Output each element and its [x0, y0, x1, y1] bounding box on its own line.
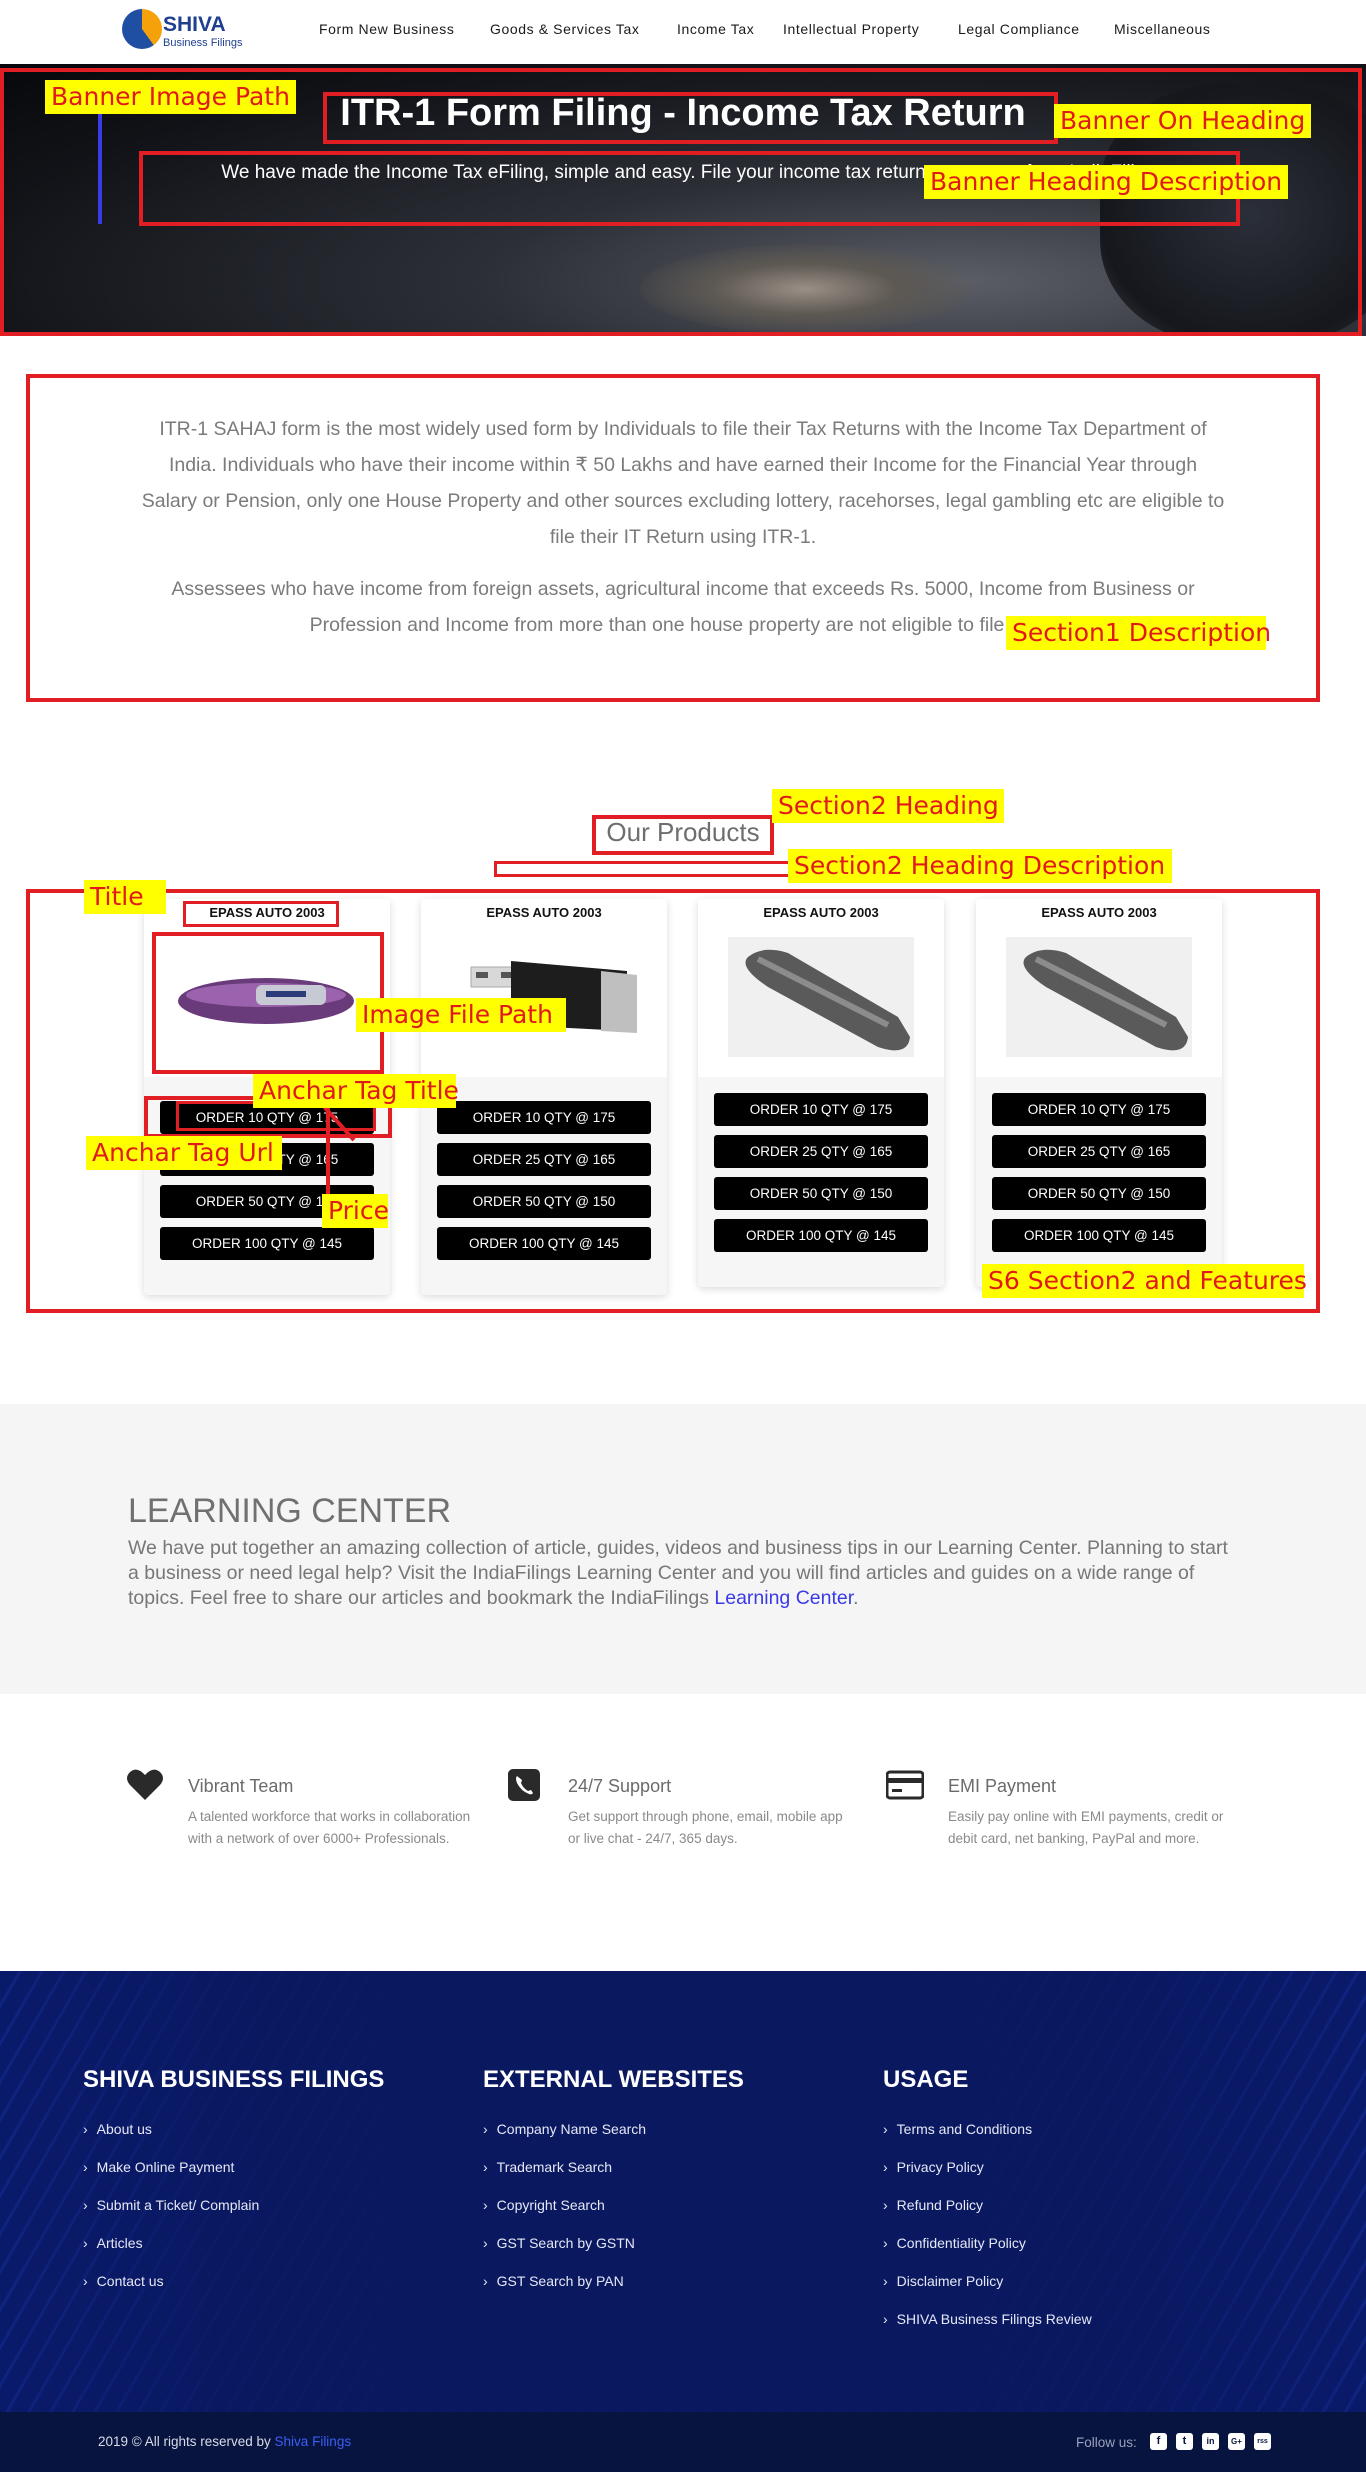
- google-plus-icon[interactable]: G+: [1228, 2433, 1245, 2450]
- footer-link-articles[interactable]: Articles: [83, 2235, 143, 2251]
- linkedin-icon[interactable]: in: [1202, 2433, 1219, 2450]
- learning-center-text: We have put together an amazing collecti…: [128, 1537, 1228, 1609]
- rss-icon[interactable]: rss: [1254, 2433, 1271, 2450]
- annotation-section1-description: Section1 Description: [1006, 616, 1271, 650]
- feature-text: Get support through phone, email, mobile…: [568, 1809, 843, 1846]
- annotation-anchor-tag-url: Anchar Tag Url: [86, 1136, 282, 1170]
- logo-subtitle: Business Filings: [163, 37, 243, 49]
- banner-heading-outline: [323, 92, 1058, 144]
- order-button[interactable]: ORDER 100 QTY @ 145: [992, 1219, 1206, 1252]
- annotation-section2-heading-description: Section2 Heading Description: [788, 849, 1172, 883]
- footer-link-company-name-search[interactable]: Company Name Search: [483, 2121, 646, 2137]
- nav-item-miscellaneous[interactable]: Miscellaneous: [1114, 21, 1211, 37]
- order-button[interactable]: ORDER 50 QTY @ 150: [714, 1177, 928, 1210]
- footer-heading: EXTERNAL WEBSITES: [483, 2066, 744, 2093]
- product-image: [728, 937, 914, 1057]
- nav-item-intellectual-property[interactable]: Intellectual Property: [783, 21, 919, 37]
- feature-title: 24/7 Support: [568, 1776, 672, 1796]
- feature-title: EMI Payment: [948, 1776, 1057, 1796]
- annotation-section2-heading: Section2 Heading: [772, 789, 1004, 823]
- product-image: [1006, 937, 1192, 1057]
- product-card: EPASS AUTO 2003 ORDER 10 QTY @ 175 ORDER…: [976, 899, 1222, 1287]
- footer-link-terms[interactable]: Terms and Conditions: [883, 2121, 1032, 2137]
- annotation-price: Price: [322, 1194, 389, 1228]
- annotation-banner-heading-description: Banner Heading Description: [924, 165, 1288, 199]
- order-button[interactable]: ORDER 25 QTY @ 165: [437, 1143, 651, 1176]
- learning-center-section: LEARNING CENTER We have put together an …: [0, 1404, 1366, 1694]
- footer-link-gst-search-gstn[interactable]: GST Search by GSTN: [483, 2235, 635, 2251]
- footer-link-gst-search-pan[interactable]: GST Search by PAN: [483, 2273, 624, 2289]
- order-button[interactable]: ORDER 50 QTY @ 150: [437, 1185, 651, 1218]
- order-button[interactable]: ORDER 10 QTY @ 175: [992, 1093, 1206, 1126]
- product-title: EPASS AUTO 2003: [763, 905, 879, 920]
- nav-item-form-new-business[interactable]: Form New Business: [319, 21, 454, 37]
- footer: SHIVA BUSINESS FILINGS EXTERNAL WEBSITES…: [0, 1971, 1366, 2412]
- logo-text[interactable]: SHIVA: [163, 13, 226, 37]
- footer-heading: USAGE: [883, 2066, 969, 2093]
- order-button[interactable]: ORDER 100 QTY @ 145: [714, 1219, 928, 1252]
- feature-title: Vibrant Team: [188, 1776, 294, 1796]
- footer-link-make-online-payment[interactable]: Make Online Payment: [83, 2159, 235, 2175]
- section1-paragraph-1: ITR-1 SAHAJ form is the most widely used…: [141, 418, 1225, 548]
- footer-link-refund[interactable]: Refund Policy: [883, 2197, 983, 2213]
- annotation-s6-section2-features: S6 Section2 and Features: [982, 1264, 1307, 1298]
- footer-link-disclaimer[interactable]: Disclaimer Policy: [883, 2273, 1004, 2289]
- footer-link-trademark-search[interactable]: Trademark Search: [483, 2159, 612, 2175]
- order-button[interactable]: ORDER 100 QTY @ 145: [160, 1227, 374, 1260]
- product-card: EPASS AUTO 2003 ORDER 10 QTY @ 175 ORDER…: [698, 899, 944, 1287]
- feature-text: A talented workforce that works in colla…: [188, 1809, 471, 1846]
- nav-item-legal-compliance[interactable]: Legal Compliance: [958, 21, 1080, 37]
- footer-link-privacy[interactable]: Privacy Policy: [883, 2159, 984, 2175]
- nav-item-gst[interactable]: Goods & Services Tax: [490, 21, 639, 37]
- facebook-icon[interactable]: f: [1150, 2433, 1167, 2450]
- feature-text: Easily pay online with EMI payments, cre…: [948, 1809, 1224, 1846]
- footer-link-review[interactable]: SHIVA Business Filings Review: [883, 2311, 1092, 2327]
- product-title: EPASS AUTO 2003: [486, 905, 602, 920]
- learning-center-link[interactable]: Learning Center: [714, 1587, 853, 1609]
- heart-icon: [127, 1769, 163, 1800]
- order-button[interactable]: ORDER 25 QTY @ 165: [714, 1135, 928, 1168]
- top-navbar: SHIVA Business Filings Form New Business…: [0, 0, 1366, 64]
- order-button[interactable]: ORDER 10 QTY @ 175: [714, 1093, 928, 1126]
- learning-center-heading: LEARNING CENTER: [128, 1492, 452, 1530]
- logo-icon[interactable]: [122, 9, 162, 49]
- price-pointer-line: [326, 1106, 330, 1196]
- footer-link-about-us[interactable]: About us: [83, 2121, 152, 2137]
- section2-heading-outline: [592, 815, 774, 855]
- annotation-image-file-path: Image File Path: [356, 998, 566, 1032]
- order-button[interactable]: ORDER 50 QTY @ 150: [992, 1177, 1206, 1210]
- twitter-icon[interactable]: t: [1176, 2433, 1193, 2450]
- follow-us-label: Follow us:: [1076, 2435, 1137, 2450]
- copyright-text: 2019 © All rights reserved by Shiva Fili…: [98, 2434, 352, 2449]
- order-button[interactable]: ORDER 10 QTY @ 175: [437, 1101, 651, 1134]
- credit-card-icon: [886, 1770, 924, 1800]
- footer-link-confidentiality[interactable]: Confidentiality Policy: [883, 2235, 1026, 2251]
- footer-heading: SHIVA BUSINESS FILINGS: [83, 2066, 385, 2093]
- annotation-anchor-tag-title: Anchar Tag Title: [253, 1074, 459, 1108]
- image-outline: [152, 932, 384, 1074]
- footer-link-submit-ticket[interactable]: Submit a Ticket/ Complain: [83, 2197, 260, 2213]
- nav-item-income-tax[interactable]: Income Tax: [677, 21, 754, 37]
- product-image: [470, 961, 637, 1033]
- footer-link-copyright-search[interactable]: Copyright Search: [483, 2197, 605, 2213]
- order-button[interactable]: ORDER 25 QTY @ 165: [992, 1135, 1206, 1168]
- footer-bottom-bar: 2019 © All rights reserved by Shiva Fili…: [0, 2412, 1366, 2472]
- annotation-title: Title: [84, 880, 166, 914]
- footer-link-contact-us[interactable]: Contact us: [83, 2273, 164, 2289]
- phone-icon: [508, 1769, 540, 1801]
- annotation-banner-on-heading: Banner On Heading: [1054, 104, 1311, 138]
- product-title: EPASS AUTO 2003: [1041, 905, 1157, 920]
- section2-description-outline: [494, 861, 794, 877]
- annotation-banner-image-path: Banner Image Path: [45, 80, 296, 114]
- copyright-link[interactable]: Shiva Filings: [275, 2434, 352, 2449]
- title-outline: [183, 901, 339, 927]
- order-button[interactable]: ORDER 100 QTY @ 145: [437, 1227, 651, 1260]
